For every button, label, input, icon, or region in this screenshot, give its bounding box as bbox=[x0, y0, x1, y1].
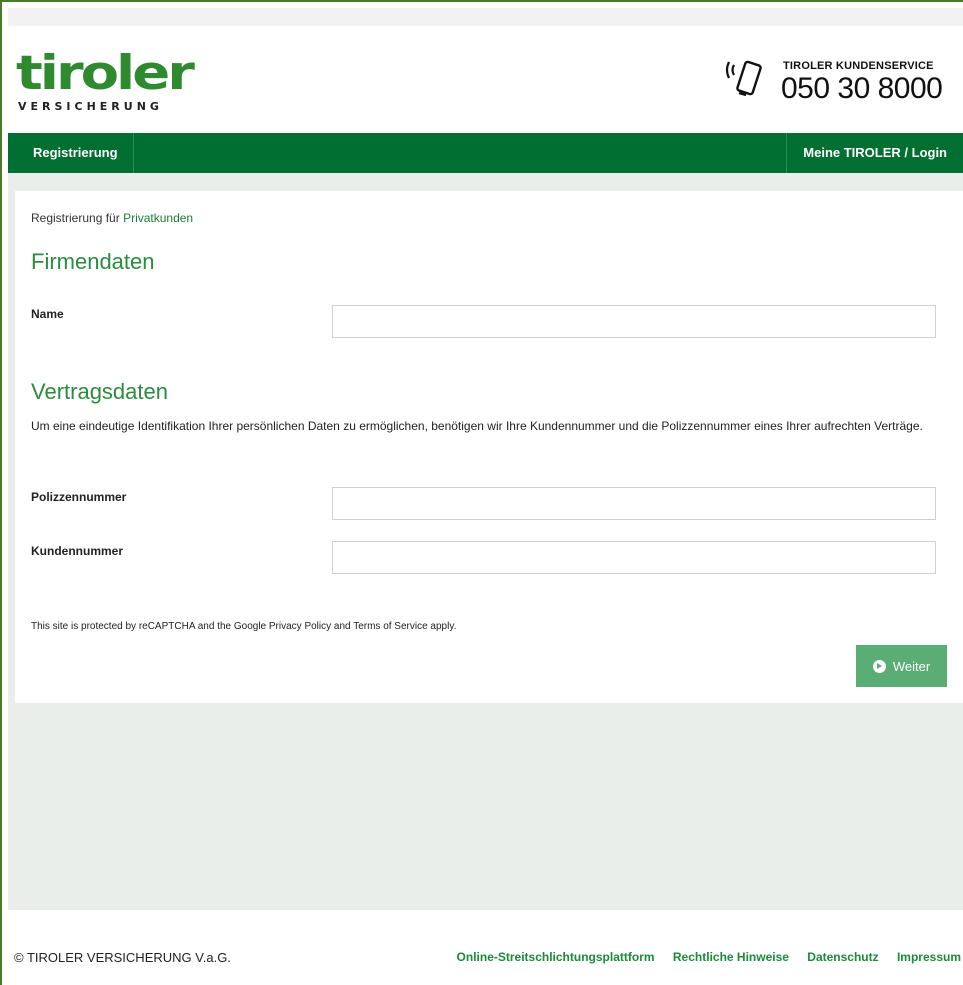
tiroler-logo[interactable]: tiroler VERSICHERUNG bbox=[16, 50, 195, 120]
footer-links: Online-Streitschlichtungsplattform Recht… bbox=[442, 950, 961, 964]
name-label: Name bbox=[31, 307, 64, 321]
chevron-circle-right-icon bbox=[872, 659, 886, 673]
kundennummer-input[interactable] bbox=[332, 541, 936, 574]
footer-link-datenschutz[interactable]: Datenschutz bbox=[807, 950, 878, 964]
recaptcha-notice: This site is protected by reCAPTCHA and … bbox=[31, 621, 457, 632]
polizzennummer-label: Polizzennummer bbox=[31, 490, 127, 504]
site-header: tiroler VERSICHERUNG TIROLER KUNDENSERVI… bbox=[8, 26, 963, 133]
weiter-button[interactable]: Weiter bbox=[856, 645, 947, 687]
breadcrumb: Registrierung für Privatkunden bbox=[31, 211, 193, 225]
main-navbar: Registrierung Meine TIROLER / Login bbox=[8, 133, 963, 173]
top-strip bbox=[8, 8, 963, 26]
mobile-phone-icon bbox=[725, 60, 762, 97]
customer-service: TIROLER KUNDENSERVICE 050 30 8000 bbox=[723, 50, 963, 110]
kundennummer-label: Kundennummer bbox=[31, 544, 124, 558]
heading-vertragsdaten: Vertragsdaten bbox=[31, 379, 168, 404]
logo-wordmark: tiroler bbox=[16, 45, 195, 101]
footer-link-streitschlichtung[interactable]: Online-Streitschlichtungsplattform bbox=[457, 950, 655, 964]
nav-registrierung[interactable]: Registrierung bbox=[18, 133, 134, 173]
logo-subtitle: VERSICHERUNG bbox=[18, 100, 163, 113]
copyright: © TIROLER VERSICHERUNG V.a.G. bbox=[14, 950, 231, 965]
nav-login[interactable]: Meine TIROLER / Login bbox=[786, 133, 963, 173]
polizzennummer-input[interactable] bbox=[332, 487, 936, 520]
weiter-label: Weiter bbox=[892, 658, 931, 674]
service-label: TIROLER KUNDENSERVICE bbox=[783, 60, 934, 72]
name-input[interactable] bbox=[332, 305, 936, 338]
breadcrumb-link-privatkunden[interactable]: Privatkunden bbox=[123, 211, 193, 225]
footer-link-rechtliche-hinweise[interactable]: Rechtliche Hinweise bbox=[673, 950, 789, 964]
breadcrumb-prefix: Registrierung für bbox=[31, 211, 120, 225]
heading-firmendaten: Firmendaten bbox=[31, 249, 155, 274]
vertragsdaten-description: Um eine eindeutige Identifikation Ihrer … bbox=[31, 419, 923, 433]
service-phone-number[interactable]: 050 30 8000 bbox=[781, 72, 943, 106]
site-footer: © TIROLER VERSICHERUNG V.a.G. Online-Str… bbox=[8, 910, 963, 985]
footer-link-impressum[interactable]: Impressum bbox=[897, 950, 961, 964]
registration-form: Registrierung für Privatkunden Firmendat… bbox=[15, 191, 963, 703]
